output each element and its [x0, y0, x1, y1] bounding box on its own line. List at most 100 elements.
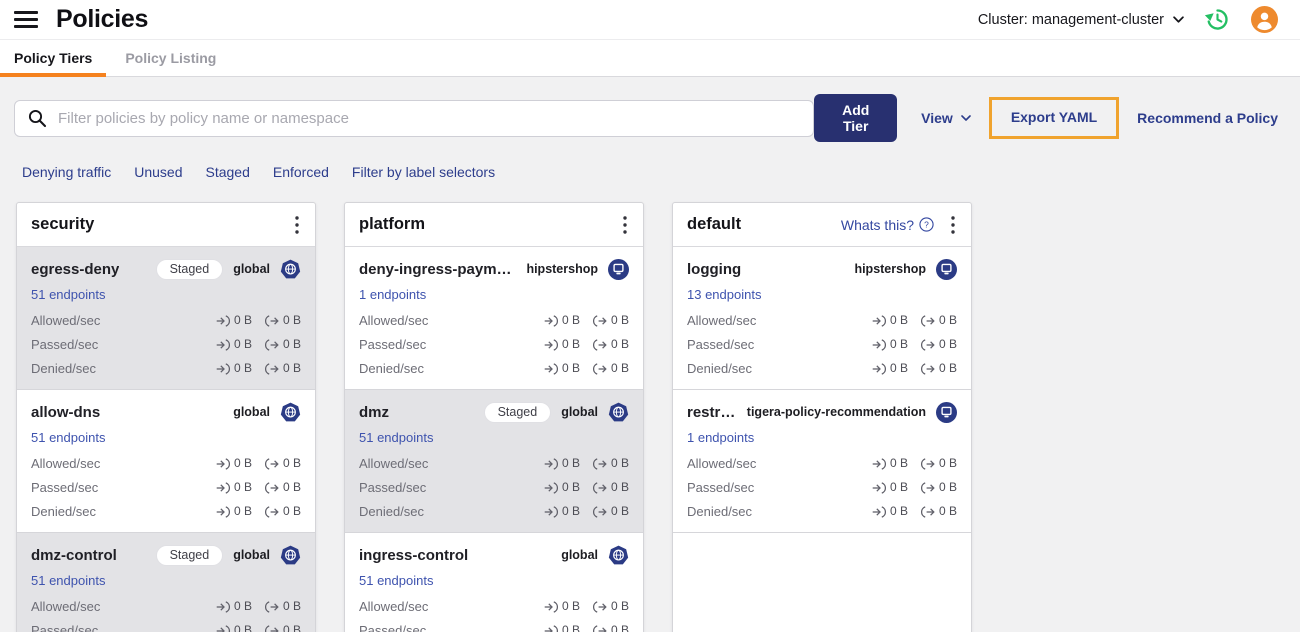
endpoints-link[interactable]: 51 endpoints [359, 430, 433, 445]
egress-arrow-icon [920, 505, 935, 518]
endpoints-link[interactable]: 1 endpoints [687, 430, 754, 445]
staged-badge: Staged [155, 544, 224, 566]
metric-row: Allowed/sec 0 B 0 B [359, 313, 629, 328]
tier-header: security [17, 203, 315, 247]
metric-label: Allowed/sec [31, 313, 101, 328]
metric-out-value: 0 B [282, 623, 301, 632]
namespace-scope-icon [608, 258, 629, 280]
policy-name: ingress-control [359, 546, 469, 564]
ingress-arrow-icon [216, 600, 230, 613]
policy-name: logging [687, 260, 742, 278]
global-scope-icon [280, 259, 301, 280]
recommend-policy-button[interactable]: Recommend a Policy [1137, 110, 1278, 126]
hamburger-menu-icon[interactable] [14, 11, 38, 28]
policy-card[interactable]: allow-dns global 51 endpoints Allowed/se… [17, 390, 315, 533]
policy-name: deny-ingress-paymentservi… [359, 260, 516, 278]
filter-by-label-selectors[interactable]: Filter by label selectors [352, 164, 495, 180]
ingress-arrow-icon [872, 362, 886, 375]
egress-arrow-icon [592, 481, 607, 494]
view-dropdown[interactable]: View [921, 110, 971, 126]
global-scope-icon [280, 545, 301, 566]
kebab-menu-icon[interactable] [946, 214, 960, 236]
metric-out-value: 0 B [610, 456, 629, 470]
policy-card[interactable]: restricted tigera-policy-recommendation … [673, 390, 971, 533]
metric-out-value: 0 B [610, 599, 629, 613]
user-avatar[interactable] [1251, 6, 1278, 33]
policy-card[interactable]: egress-deny Staged global 51 endpoints A… [17, 247, 315, 390]
metric-out-value: 0 B [282, 337, 301, 351]
metric-label: Allowed/sec [359, 456, 429, 471]
policy-scope-label: global [233, 262, 270, 276]
egress-arrow-icon [264, 338, 279, 351]
egress-arrow-icon [920, 338, 935, 351]
endpoints-link[interactable]: 51 endpoints [31, 430, 105, 445]
kebab-menu-icon[interactable] [618, 214, 632, 236]
policy-card[interactable]: ingress-control global 51 endpoints Allo… [345, 533, 643, 632]
metric-out-value: 0 B [938, 313, 957, 327]
filter-enforced[interactable]: Enforced [273, 164, 329, 180]
policy-scope-label: global [561, 405, 598, 419]
filter-denying-traffic[interactable]: Denying traffic [22, 164, 111, 180]
endpoints-link[interactable]: 13 endpoints [687, 287, 761, 302]
metric-row: Allowed/sec 0 B 0 B [359, 456, 629, 471]
tab-policy-listing[interactable]: Policy Listing [111, 40, 230, 76]
metric-row: Allowed/sec 0 B 0 B [31, 313, 301, 328]
metric-in-value: 0 B [233, 456, 252, 470]
kebab-menu-icon[interactable] [290, 214, 304, 236]
global-scope-icon [280, 402, 301, 423]
policy-card[interactable]: logging hipstershop 13 endpoints Allowed… [673, 247, 971, 390]
metric-in-value: 0 B [889, 337, 908, 351]
namespace-scope-icon [936, 401, 957, 423]
tiers-grid: security egress-deny Staged global 51 en… [16, 202, 1278, 632]
export-yaml-button[interactable]: Export YAML [1011, 109, 1097, 125]
cluster-selector-label: Cluster: management-cluster [977, 11, 1164, 28]
metric-label: Allowed/sec [359, 599, 429, 614]
tab-policy-tiers[interactable]: Policy Tiers [0, 40, 107, 77]
cluster-selector[interactable]: Cluster: management-cluster [978, 12, 1184, 28]
metric-label: Allowed/sec [31, 599, 101, 614]
policy-name: egress-deny [31, 260, 120, 278]
endpoints-link[interactable]: 1 endpoints [359, 287, 426, 302]
filter-unused[interactable]: Unused [134, 164, 182, 180]
egress-arrow-icon [264, 314, 279, 327]
endpoints-link[interactable]: 51 endpoints [359, 573, 433, 588]
staged-badge: Staged [483, 401, 552, 423]
ingress-arrow-icon [216, 314, 230, 327]
policy-card[interactable]: dmz Staged global 51 endpoints Allowed/s… [345, 390, 643, 533]
endpoints-link[interactable]: 51 endpoints [31, 287, 105, 302]
policy-card[interactable]: dmz-control Staged global 51 endpoints A… [17, 533, 315, 632]
metric-in-value: 0 B [561, 456, 580, 470]
add-tier-button[interactable]: Add Tier [814, 94, 898, 142]
metric-row: Denied/sec 0 B 0 B [31, 361, 301, 376]
metric-in-value: 0 B [233, 361, 252, 375]
metric-label: Denied/sec [687, 504, 753, 519]
metric-row: Allowed/sec 0 B 0 B [687, 313, 957, 328]
metric-out-value: 0 B [610, 504, 629, 518]
metric-out-value: 0 B [610, 337, 629, 351]
egress-arrow-icon [264, 481, 279, 494]
ingress-arrow-icon [216, 505, 230, 518]
metric-in-value: 0 B [561, 313, 580, 327]
policy-card[interactable]: deny-ingress-paymentservi… hipstershop 1… [345, 247, 643, 390]
metric-in-value: 0 B [561, 599, 580, 613]
policy-search-input[interactable] [58, 109, 802, 127]
egress-arrow-icon [592, 600, 607, 613]
policy-scope-label: global [561, 548, 598, 562]
ingress-arrow-icon [872, 481, 886, 494]
metric-in-value: 0 B [561, 361, 580, 375]
filter-staged[interactable]: Staged [206, 164, 250, 180]
metric-label: Denied/sec [31, 504, 97, 519]
egress-arrow-icon [264, 362, 279, 375]
endpoints-link[interactable]: 51 endpoints [31, 573, 105, 588]
metric-row: Passed/sec 0 B 0 B [31, 337, 301, 352]
policy-name: dmz [359, 403, 389, 421]
policy-name: restricted [687, 403, 737, 421]
egress-arrow-icon [592, 314, 607, 327]
whats-this-link[interactable]: Whats this?? [841, 217, 934, 233]
ingress-arrow-icon [872, 505, 886, 518]
tier-title: security [31, 215, 95, 233]
svg-text:?: ? [924, 220, 929, 230]
metric-out-value: 0 B [938, 456, 957, 470]
metric-out-value: 0 B [282, 599, 301, 613]
history-icon[interactable] [1204, 6, 1231, 33]
